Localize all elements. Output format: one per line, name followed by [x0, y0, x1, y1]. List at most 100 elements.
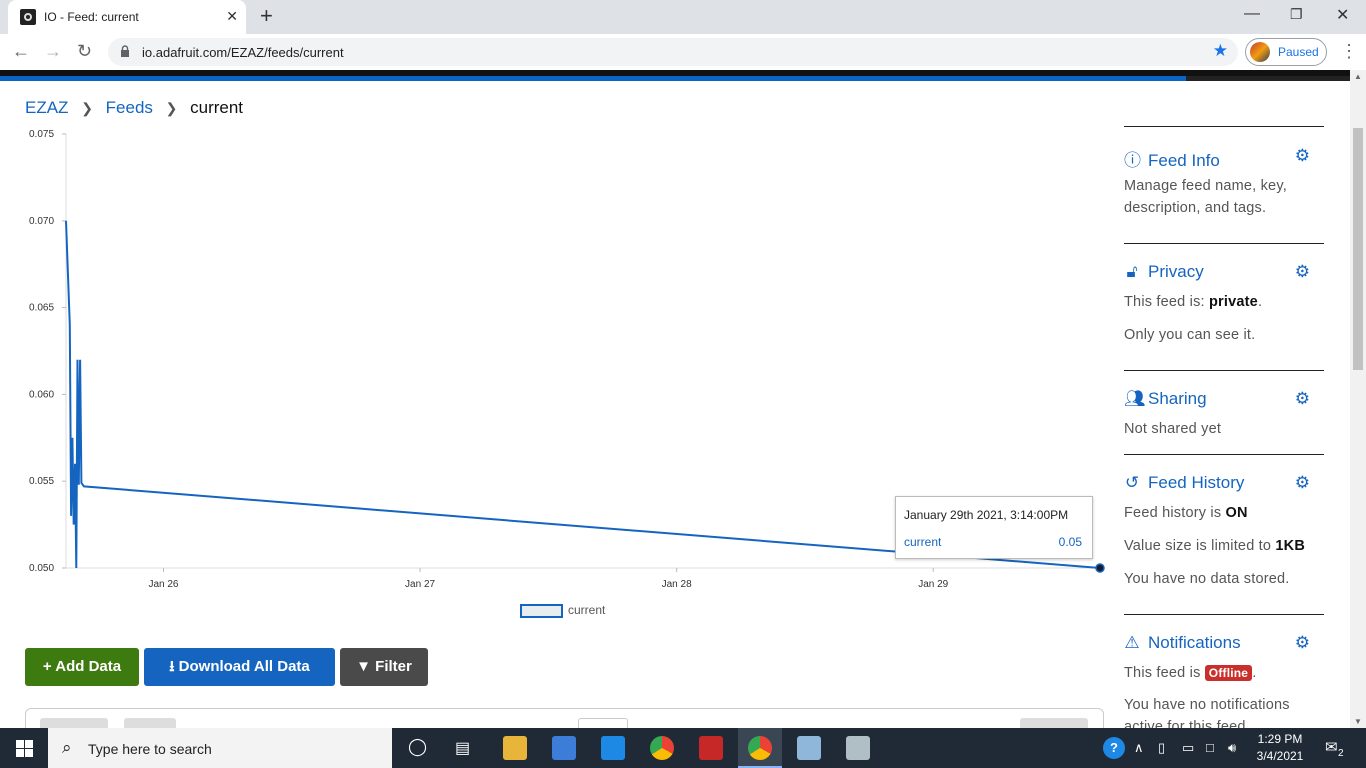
store-icon[interactable] — [552, 736, 576, 760]
taskbar-search-placeholder: Type here to search — [88, 741, 212, 757]
lock-icon — [121, 45, 129, 57]
scroll-up-icon[interactable]: ▲ — [1354, 72, 1362, 81]
reload-icon[interactable]: ↻ — [77, 41, 92, 62]
page-scrollbar[interactable]: ▲ ▼ — [1350, 70, 1366, 728]
chrome-icon[interactable] — [650, 736, 674, 760]
app-icon[interactable] — [846, 736, 870, 760]
users-icon: 👥︎ — [1124, 389, 1146, 408]
chevron-up-icon[interactable]: ∧ — [1134, 740, 1144, 756]
legend-swatch[interactable] — [520, 604, 563, 618]
filter-button[interactable]: ▼ Filter — [340, 648, 428, 686]
scroll-down-icon[interactable]: ▼ — [1354, 717, 1362, 726]
browser-menu-icon[interactable]: ⋮ — [1340, 41, 1358, 62]
cortana-icon[interactable]: ◯ — [408, 737, 427, 757]
x-axis: Jan 26 Jan 27 Jan 28 Jan 29 — [148, 568, 949, 590]
sharing-heading: 👥︎ Sharing — [1124, 389, 1207, 408]
x-tick-label: Jan 26 — [148, 579, 178, 590]
warning-triangle-icon: ⚠︎ — [1124, 633, 1140, 652]
sharing-settings-gear-icon[interactable]: ⚙ — [1295, 389, 1310, 409]
history-size-limit: Value size is limited to 1KB — [1124, 538, 1306, 554]
profile-status: Paused — [1278, 45, 1319, 59]
breadcrumb-current: current — [190, 98, 244, 117]
sharing-status: Not shared yet — [1124, 421, 1222, 437]
notifications-note: You have no notifications active for thi… — [1124, 697, 1290, 728]
taskbar-search-box[interactable]: ⌕ Type here to search — [48, 728, 392, 768]
x-tick-label: Jan 29 — [918, 579, 948, 590]
help-icon[interactable]: ? — [1103, 737, 1125, 759]
tooltip-date: January 29th 2021, 3:14:00PM — [904, 508, 1069, 522]
y-tick-label: 0.065 — [29, 303, 54, 314]
y-tick-label: 0.070 — [29, 216, 54, 227]
active-chrome-taskbar-item[interactable] — [738, 728, 782, 768]
history-stored: You have no data stored. — [1124, 571, 1290, 587]
browser-tabstrip: IO - Feed: current ✕ + — ❐ ✕ — [0, 0, 1366, 34]
address-bar[interactable]: io.adafruit.com/EZAZ/feeds/current ★ — [108, 38, 1238, 66]
feed-info-description: Manage feed name, key, description, and … — [1124, 178, 1287, 216]
volume-icon[interactable]: 🔊︎ — [1228, 740, 1236, 756]
x-tick-label: Jan 28 — [662, 579, 692, 590]
tooltip-value: 0.05 — [1058, 535, 1082, 549]
status-badge: Offline — [1204, 665, 1253, 681]
profile-button[interactable]: Paused — [1245, 38, 1327, 66]
window-close-icon[interactable]: ✕ — [1336, 5, 1349, 25]
tab-close-icon[interactable]: ✕ — [226, 8, 238, 25]
breadcrumb-feeds-link[interactable]: Feeds — [106, 98, 153, 117]
feed-info-settings-gear-icon[interactable]: ⚙ — [1295, 146, 1310, 166]
progress-bar-remainder — [1186, 76, 1350, 81]
clock-time[interactable]: 1:29 PM — [1250, 732, 1310, 746]
y-tick-label: 0.060 — [29, 389, 54, 400]
privacy-settings-gear-icon[interactable]: ⚙ — [1295, 262, 1310, 282]
windows-start-icon[interactable] — [16, 740, 33, 757]
chart-legend[interactable]: current — [520, 603, 606, 618]
download-all-data-button[interactable]: ⭳ Download All Data — [144, 648, 335, 686]
filter-label: Filter — [375, 658, 412, 675]
privacy-panel: 🔓︎ Privacy ⚙ This feed is: private. Only … — [1124, 243, 1324, 370]
network-icon[interactable]: □ — [1206, 740, 1214, 755]
windows-taskbar: ⌕ Type here to search ◯ ▤ ? ∧ ▯ ▭ □ 🔊︎ 1… — [0, 728, 1366, 768]
history-status: Feed history is ON — [1124, 505, 1248, 521]
history-icon: ↺ — [1124, 473, 1140, 492]
bookmark-star-icon[interactable]: ★ — [1213, 41, 1228, 61]
notepad-icon[interactable] — [797, 736, 821, 760]
tab-title: IO - Feed: current — [44, 10, 139, 24]
minimize-icon[interactable]: — — [1244, 5, 1260, 23]
browser-toolbar: ← → ↻ io.adafruit.com/EZAZ/feeds/current… — [0, 34, 1366, 70]
feed-history-settings-gear-icon[interactable]: ⚙ — [1295, 473, 1310, 493]
feed-info-panel: ⓘ Feed Info ⚙ Manage feed name, key, desc… — [1124, 126, 1324, 243]
device-icon[interactable]: ▯ — [1158, 740, 1165, 756]
feed-history-panel: ↺ Feed History ⚙ Feed history is ON Value… — [1124, 454, 1324, 614]
mail-icon[interactable] — [601, 736, 625, 760]
y-tick-label: 0.075 — [29, 129, 54, 140]
forward-arrow-icon[interactable]: → — [44, 41, 62, 62]
unlock-icon: 🔓︎ — [1126, 262, 1138, 281]
add-data-button[interactable]: + Add Data — [25, 648, 139, 686]
restore-icon[interactable]: ❐ — [1290, 6, 1303, 23]
feed-info-heading: ⓘ Feed Info — [1124, 146, 1220, 171]
filter-icon: ▼ — [356, 658, 371, 675]
battery-icon[interactable]: ▭ — [1182, 740, 1194, 756]
back-arrow-icon[interactable]: ← — [12, 41, 30, 62]
new-tab-button[interactable]: + — [260, 5, 273, 27]
breadcrumb-user-link[interactable]: EZAZ — [25, 98, 68, 117]
privacy-status: This feed is: private. — [1124, 294, 1263, 310]
notification-center-icon[interactable]: ✉ — [1325, 738, 1338, 756]
acrobat-icon[interactable] — [699, 736, 723, 760]
chevron-right-icon: ❯ — [81, 100, 93, 116]
sharing-panel: 👥︎ Sharing ⚙ Not shared yet — [1124, 370, 1324, 454]
url-text: io.adafruit.com/EZAZ/feeds/current — [142, 45, 344, 60]
x-tick-label: Jan 27 — [405, 579, 435, 590]
file-explorer-icon[interactable] — [503, 736, 527, 760]
search-icon: ⌕ — [62, 738, 72, 757]
legend-label[interactable]: current — [568, 603, 606, 617]
browser-tab[interactable]: IO - Feed: current ✕ — [8, 0, 246, 34]
highlighted-data-point[interactable] — [1095, 563, 1105, 573]
download-label: Download All Data — [178, 658, 310, 675]
scroll-thumb[interactable] — [1353, 128, 1363, 370]
chart-tooltip: January 29th 2021, 3:14:00PM current 0.0… — [895, 496, 1093, 559]
privacy-heading: 🔓︎ Privacy — [1124, 262, 1203, 282]
notifications-settings-gear-icon[interactable]: ⚙ — [1295, 633, 1310, 653]
breadcrumb: EZAZ ❯ Feeds ❯ current — [25, 98, 243, 118]
clock-date[interactable]: 3/4/2021 — [1250, 749, 1310, 763]
task-view-icon[interactable]: ▤ — [455, 738, 470, 758]
info-circle-icon: ⓘ — [1124, 151, 1141, 170]
